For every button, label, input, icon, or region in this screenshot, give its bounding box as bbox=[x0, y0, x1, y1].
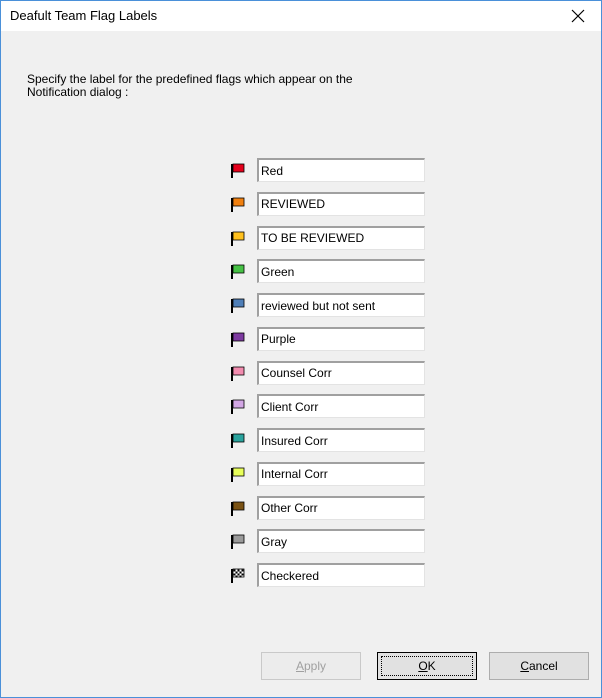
instruction-line: Notification dialog : bbox=[27, 85, 129, 99]
flag-row bbox=[227, 326, 427, 351]
flag-row bbox=[227, 360, 427, 385]
teal-flag-icon bbox=[231, 433, 245, 448]
flag-row bbox=[227, 293, 427, 317]
flag-row bbox=[227, 225, 427, 250]
ok-button[interactable]: OK bbox=[377, 652, 477, 680]
orange-flag-icon bbox=[231, 197, 245, 212]
flag-row bbox=[227, 428, 427, 452]
cancel-button[interactable]: Cancel bbox=[489, 652, 589, 680]
flag-label-input[interactable] bbox=[257, 191, 425, 216]
flag-label-input[interactable] bbox=[257, 259, 425, 284]
dialog-window: Deafult Team Flag Labels Specify the lab… bbox=[0, 0, 602, 698]
flag-row bbox=[227, 191, 427, 216]
red-flag-icon bbox=[231, 163, 245, 178]
flag-row bbox=[227, 563, 427, 587]
instruction-line: Specify the label for the predefined fla… bbox=[27, 72, 353, 86]
flag-label-input[interactable] bbox=[257, 394, 425, 419]
flag-label-input[interactable] bbox=[257, 293, 425, 317]
flag-row bbox=[227, 529, 427, 554]
checkered-flag-icon bbox=[231, 568, 245, 583]
flag-label-input[interactable] bbox=[257, 326, 425, 351]
flag-label-input[interactable] bbox=[257, 495, 425, 520]
instruction-text: Specify the label for the predefined fla… bbox=[27, 73, 507, 99]
close-icon bbox=[571, 9, 585, 23]
close-button[interactable] bbox=[555, 1, 601, 31]
flag-row bbox=[227, 259, 427, 284]
flag-label-input[interactable] bbox=[257, 529, 425, 554]
title-bar: Deafult Team Flag Labels bbox=[1, 1, 601, 31]
purple-flag-icon bbox=[231, 332, 245, 347]
green-flag-icon bbox=[231, 264, 245, 280]
brown-flag-icon bbox=[231, 501, 245, 516]
flag-row bbox=[227, 461, 427, 486]
yellow-flag-icon bbox=[231, 231, 245, 246]
flag-label-input[interactable] bbox=[257, 563, 425, 587]
flag-label-input[interactable] bbox=[257, 225, 425, 250]
gray-flag-icon bbox=[231, 534, 245, 550]
lavender-flag-icon bbox=[231, 399, 245, 415]
flag-label-input[interactable] bbox=[257, 461, 425, 486]
flag-row bbox=[227, 495, 427, 520]
flag-row bbox=[227, 394, 427, 419]
flag-row bbox=[227, 158, 427, 182]
pink-flag-icon bbox=[231, 366, 245, 381]
flag-label-input[interactable] bbox=[257, 360, 425, 385]
apply-button[interactable]: Apply bbox=[261, 652, 361, 680]
flag-label-input[interactable] bbox=[257, 428, 425, 452]
lime-flag-icon bbox=[231, 467, 245, 482]
dialog-title: Deafult Team Flag Labels bbox=[10, 8, 158, 23]
blue-flag-icon bbox=[231, 298, 245, 313]
flag-label-input[interactable] bbox=[257, 158, 425, 182]
